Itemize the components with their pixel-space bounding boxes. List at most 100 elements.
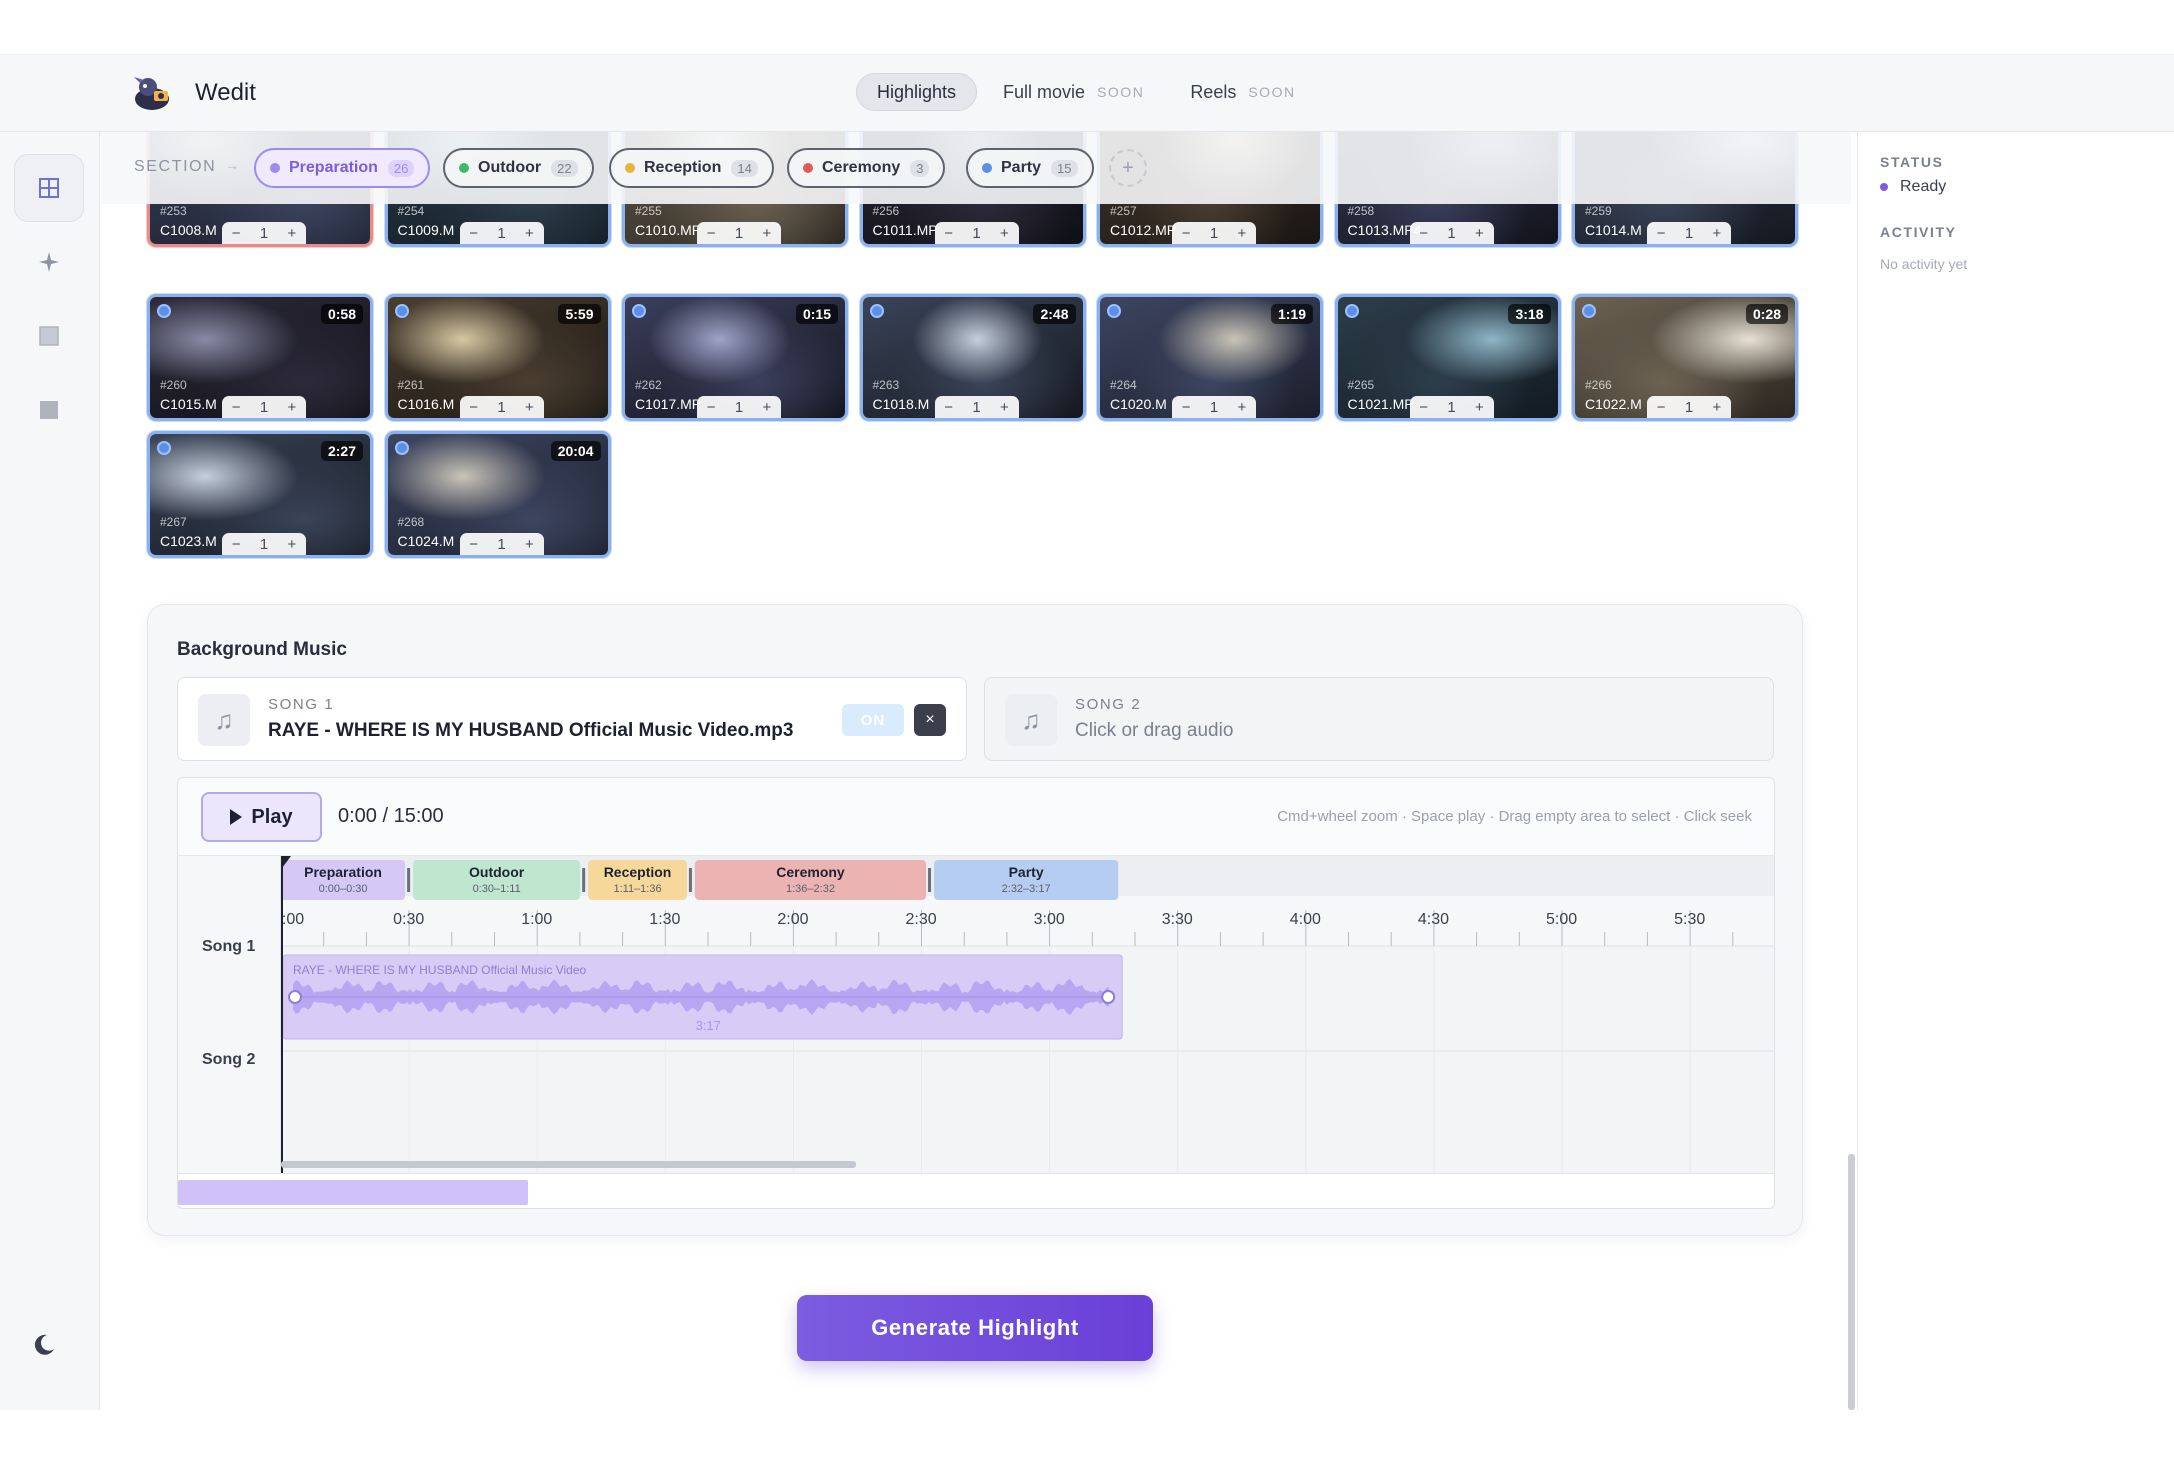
clip-select-dot[interactable]	[1582, 304, 1596, 318]
clip-end-handle[interactable]	[1101, 990, 1116, 1004]
quantity-stepper[interactable]: − 1 +	[1647, 222, 1731, 244]
clip-card[interactable]: 5:59 #261 C1016.M − 1 +	[384, 294, 611, 421]
clip-select-dot[interactable]	[157, 304, 171, 318]
song-1-card[interactable]: ♫ SONG 1 RAYE - WHERE IS MY HUSBAND Offi…	[177, 677, 967, 761]
stepper-plus[interactable]: +	[525, 536, 534, 553]
tab-highlights[interactable]: Highlights	[856, 73, 978, 111]
quantity-stepper[interactable]: − 1 +	[459, 222, 544, 244]
stepper-minus[interactable]: −	[1182, 225, 1191, 242]
stepper-minus[interactable]: −	[232, 536, 241, 553]
stepper-minus[interactable]: −	[469, 536, 478, 553]
clip-card[interactable]: 0:58 #260 C1015.M − 1 +	[147, 294, 373, 421]
clip-select-dot[interactable]	[1344, 304, 1359, 318]
stepper-value: 1	[497, 224, 506, 242]
stepper-plus[interactable]: +	[525, 225, 534, 242]
clip-start-handle[interactable]	[288, 990, 302, 1004]
page-scrollbar[interactable]	[1848, 1154, 1855, 1410]
remove-song-button[interactable]: ×	[914, 704, 946, 736]
quantity-stepper[interactable]: − 1 +	[697, 222, 781, 244]
tab-full-movie[interactable]: Full movie SOON	[1003, 82, 1144, 103]
clip-select-dot[interactable]	[394, 304, 409, 318]
sparkle-icon[interactable]	[14, 228, 84, 296]
stepper-minus[interactable]: −	[707, 399, 716, 416]
stepper-plus[interactable]: +	[1000, 225, 1009, 242]
stepper-minus[interactable]: −	[707, 225, 716, 242]
timeline-canvas[interactable]: Preparation 0:00–0:30 Outdoor 0:30–1:11 Rece…	[281, 856, 1775, 1173]
clip-card[interactable]: 2:48 #263 C1018.M − 1 +	[859, 294, 1086, 421]
play-button[interactable]: Play	[201, 792, 322, 842]
song-2-dropzone[interactable]: ♫ SONG 2 Click or drag audio	[984, 677, 1774, 761]
quantity-stepper[interactable]: − 1 +	[459, 533, 544, 555]
stepper-plus[interactable]: +	[288, 399, 297, 416]
quantity-stepper[interactable]: − 1 +	[1409, 396, 1494, 418]
stepper-minus[interactable]: −	[469, 399, 478, 416]
stepper-minus[interactable]: −	[944, 399, 953, 416]
section-chip-outdoor[interactable]: Outdoor 22	[443, 148, 594, 188]
stepper-plus[interactable]: +	[1238, 399, 1247, 416]
stepper-minus[interactable]: −	[1657, 399, 1666, 416]
quantity-stepper[interactable]: − 1 +	[459, 396, 544, 418]
quantity-stepper[interactable]: − 1 +	[697, 396, 781, 418]
clip-card[interactable]: 0:28 #266 C1022.M − 1 +	[1572, 294, 1798, 421]
stepper-plus[interactable]: +	[763, 399, 772, 416]
song-1-toggle[interactable]: ON	[842, 704, 904, 736]
clip-select-dot[interactable]	[157, 441, 171, 455]
stepper-plus[interactable]: +	[1475, 399, 1484, 416]
section-chip-preparation[interactable]: Preparation 26	[254, 148, 431, 188]
square-filled-icon[interactable]	[14, 376, 84, 444]
quantity-stepper[interactable]: − 1 +	[222, 533, 306, 555]
quantity-stepper[interactable]: − 1 +	[222, 222, 306, 244]
section-handle[interactable]	[582, 868, 586, 892]
stepper-minus[interactable]: −	[1419, 399, 1428, 416]
stepper-minus[interactable]: −	[944, 225, 953, 242]
quantity-stepper[interactable]: − 1 +	[222, 396, 306, 418]
moon-icon[interactable]	[32, 1332, 56, 1364]
stepper-plus[interactable]: +	[1475, 225, 1484, 242]
add-section-button[interactable]: +	[1109, 149, 1147, 187]
square-icon[interactable]	[14, 302, 84, 370]
stepper-minus[interactable]: −	[1182, 399, 1191, 416]
clip-card[interactable]: 1:19 #264 C1020.M − 1 +	[1097, 294, 1323, 421]
stepper-plus[interactable]: +	[763, 225, 772, 242]
stepper-minus[interactable]: −	[469, 225, 478, 242]
section-chip-reception[interactable]: Reception 14	[609, 148, 774, 188]
clip-card[interactable]: 2:27 #267 C1023.M − 1 +	[147, 431, 373, 558]
stepper-plus[interactable]: +	[288, 225, 297, 242]
clip-card[interactable]: 0:15 #262 C1017.MP − 1 +	[622, 294, 848, 421]
quantity-stepper[interactable]: − 1 +	[1647, 396, 1731, 418]
stepper-minus[interactable]: −	[232, 225, 241, 242]
timeline-scrollbar[interactable]	[178, 1173, 1774, 1208]
color-dot	[459, 163, 469, 173]
quantity-stepper[interactable]: − 1 +	[934, 396, 1019, 418]
stepper-plus[interactable]: +	[1000, 399, 1009, 416]
stepper-minus[interactable]: −	[1657, 225, 1666, 242]
clip-card[interactable]: 20:04 #268 C1024.M − 1 +	[384, 431, 611, 558]
stepper-plus[interactable]: +	[1238, 225, 1247, 242]
quantity-stepper[interactable]: − 1 +	[934, 222, 1019, 244]
clip-select-dot[interactable]	[632, 304, 646, 318]
section-handle[interactable]	[928, 868, 932, 892]
timeline-inner-scrollbar[interactable]	[281, 1161, 856, 1168]
clip-select-dot[interactable]	[869, 304, 884, 318]
stepper-plus[interactable]: +	[525, 399, 534, 416]
stepper-value: 1	[1684, 224, 1694, 242]
clip-select-dot[interactable]	[1107, 304, 1121, 318]
stepper-minus[interactable]: −	[1419, 225, 1428, 242]
quantity-stepper[interactable]: − 1 +	[1409, 222, 1494, 244]
clip-select-dot[interactable]	[394, 441, 409, 455]
section-handle[interactable]	[688, 868, 692, 892]
stepper-plus[interactable]: +	[1713, 225, 1722, 242]
quantity-stepper[interactable]: − 1 +	[1172, 222, 1256, 244]
section-chip-ceremony[interactable]: Ceremony 3	[787, 148, 946, 188]
clip-card[interactable]: 3:18 #265 C1021.MP − 1 +	[1334, 294, 1561, 421]
stepper-plus[interactable]: +	[288, 536, 297, 553]
section-chip-party[interactable]: Party 15	[966, 148, 1094, 188]
quantity-stepper[interactable]: − 1 +	[1172, 396, 1256, 418]
section-handle[interactable]	[407, 868, 411, 892]
timeline-scroll-thumb[interactable]	[178, 1180, 528, 1205]
stepper-plus[interactable]: +	[1713, 399, 1722, 416]
stepper-minus[interactable]: −	[232, 399, 241, 416]
tab-reels[interactable]: Reels SOON	[1190, 82, 1295, 103]
grid-icon[interactable]	[14, 154, 84, 222]
generate-highlight-button[interactable]: Generate Highlight	[797, 1295, 1153, 1361]
